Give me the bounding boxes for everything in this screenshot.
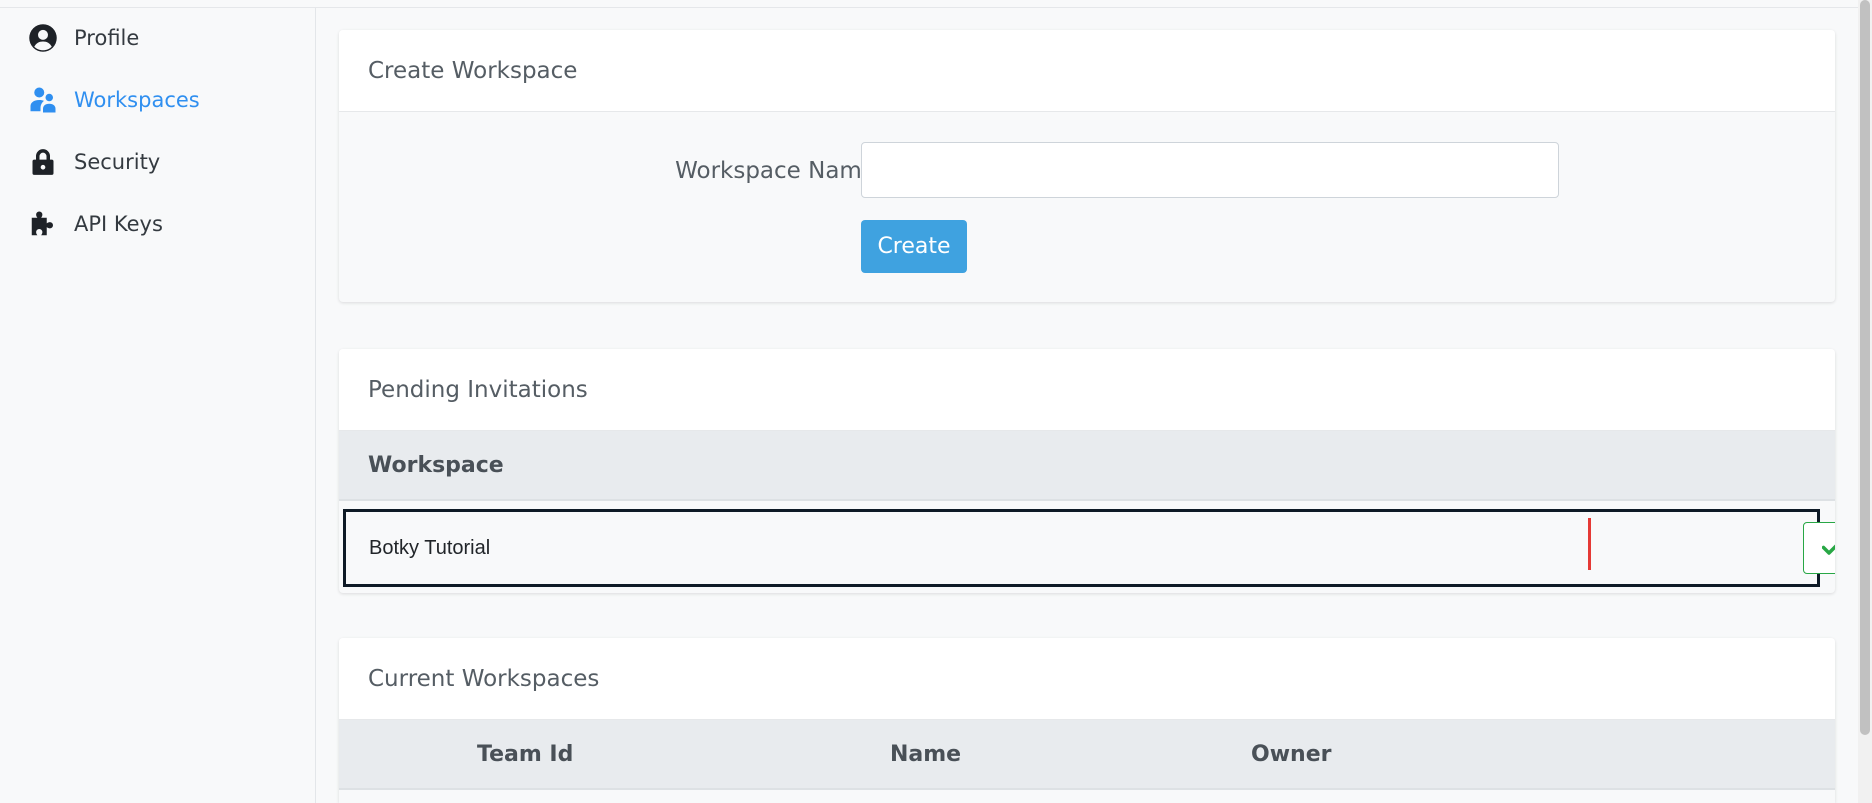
current-workspaces-card: Current Workspaces Team Id Name Owner (339, 638, 1835, 803)
sidebar-item-api-keys[interactable]: API Keys (26, 204, 163, 244)
workspace-name-row: Workspace Name (339, 142, 1835, 200)
users-icon (26, 83, 60, 117)
card-title: Create Workspace (339, 30, 1835, 112)
invitation-workspace-name: Botky Tutorial (369, 536, 491, 559)
workspace-name-input[interactable] (861, 142, 1559, 198)
check-icon (1821, 539, 1835, 558)
focus-indicator (1588, 518, 1591, 570)
column-header-team-id: Team Id (477, 741, 574, 767)
create-workspace-card: Create Workspace Workspace Name Create (339, 30, 1835, 302)
card-title: Current Workspaces (339, 638, 1835, 720)
sidebar-item-profile[interactable]: Profile (26, 18, 139, 58)
table-row: Botky Tutorial (343, 509, 1835, 587)
workspace-name-label: Workspace Name (675, 158, 876, 184)
pending-invitations-card: Pending Invitations Workspace Botky Tuto… (339, 349, 1835, 593)
vertical-scrollbar[interactable] (1858, 0, 1872, 803)
sidebar-item-label: Profile (74, 26, 140, 50)
lock-icon (26, 145, 60, 179)
sidebar-item-label: Security (74, 150, 161, 174)
puzzle-icon (26, 207, 60, 241)
table-header: Team Id Name Owner (339, 720, 1835, 790)
sidebar-item-label: API Keys (74, 212, 163, 236)
accept-invitation-button[interactable] (1803, 522, 1835, 574)
column-header-name: Name (890, 741, 962, 767)
create-button[interactable]: Create (861, 220, 967, 273)
sidebar-item-workspaces[interactable]: Workspaces (26, 80, 200, 120)
top-border (0, 0, 1872, 8)
user-circle-icon (26, 21, 60, 55)
column-header-workspace: Workspace (368, 452, 504, 478)
sidebar-item-label: Workspaces (74, 88, 200, 112)
scrollbar-thumb[interactable] (1860, 0, 1870, 735)
card-title: Pending Invitations (339, 349, 1835, 431)
sidebar: Profile Workspaces Security API Keys (0, 8, 316, 803)
table-header: Workspace (339, 431, 1835, 501)
sidebar-item-security[interactable]: Security (26, 142, 160, 182)
column-header-owner: Owner (1251, 741, 1332, 767)
